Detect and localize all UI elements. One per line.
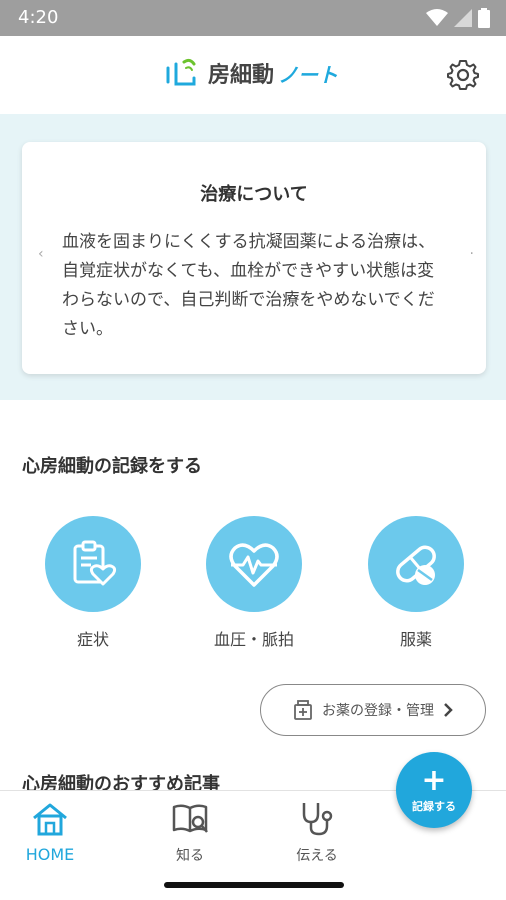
info-card[interactable]: ‹ 治療について 血液を固まりにくくする抗凝固薬による治療は、自覚症状がなくても… (22, 142, 486, 374)
home-indicator[interactable] (164, 882, 344, 888)
record-blood-pressure-button[interactable]: 血圧・脈拍 (194, 516, 314, 650)
nav-label: 知る (176, 848, 204, 864)
stethoscope-icon (302, 803, 333, 836)
logo-text: 房細動 (208, 63, 275, 88)
nav-label: HOME (25, 845, 75, 864)
record-label: 血圧・脈拍 (213, 630, 294, 649)
home-icon (33, 803, 67, 836)
clipboard-heart-icon (73, 540, 117, 586)
info-banner: ‹ 治療について 血液を固まりにくくする抗凝固薬による治療は、自覚症状がなくても… (0, 114, 506, 400)
heart-pulse-icon (229, 543, 279, 587)
chevron-left-icon[interactable]: ‹ (38, 246, 44, 262)
heart-logo-icon (166, 58, 196, 86)
articles-section-title: 心房細動のおすすめ記事 (22, 774, 220, 790)
card-title: 治療について (200, 184, 308, 205)
app-header: 房細動 ノート (0, 36, 506, 114)
wifi-icon (426, 9, 448, 26)
manage-button-label: お薬の登録・管理 (322, 703, 434, 719)
nav-label: 伝える (296, 848, 338, 864)
settings-button[interactable] (444, 56, 482, 94)
app-logo: 房細動 ノート (164, 56, 338, 90)
plus-icon: + (421, 763, 447, 798)
medicine-box-icon (294, 700, 312, 720)
pill-icon (396, 545, 436, 585)
add-record-fab[interactable]: + 記録する (396, 752, 472, 828)
status-icons (426, 8, 490, 28)
nav-item-share[interactable]: 伝える (272, 799, 362, 865)
status-time: 4:20 (18, 7, 59, 28)
record-section-title: 心房細動の記録をする (22, 456, 202, 477)
fab-label: 記録する (412, 800, 456, 813)
card-body: 血液を固まりにくくする抗凝固薬による治療は、自覚症状がなくても、血栓ができやすい… (62, 232, 436, 339)
record-medication-button[interactable]: 服薬 (356, 516, 476, 650)
nav-item-home[interactable]: HOME (5, 799, 95, 864)
status-bar: 4:20 (0, 0, 506, 36)
record-label: 服薬 (399, 630, 432, 649)
chevron-right-icon[interactable]: · (470, 246, 474, 262)
record-circle (368, 516, 464, 612)
nav-item-learn[interactable]: 知る (145, 799, 235, 865)
record-circle (206, 516, 302, 612)
chevron-right-icon (444, 703, 453, 717)
book-search-icon (172, 804, 208, 833)
record-circle (45, 516, 141, 612)
record-symptom-button[interactable]: 症状 (33, 516, 153, 650)
medication-manage-button[interactable]: お薬の登録・管理 (260, 684, 486, 736)
gear-icon (447, 60, 479, 90)
record-label: 症状 (76, 630, 109, 649)
battery-icon (478, 8, 490, 28)
logo-suffix: ノート (278, 62, 339, 87)
signal-icon (454, 9, 472, 27)
